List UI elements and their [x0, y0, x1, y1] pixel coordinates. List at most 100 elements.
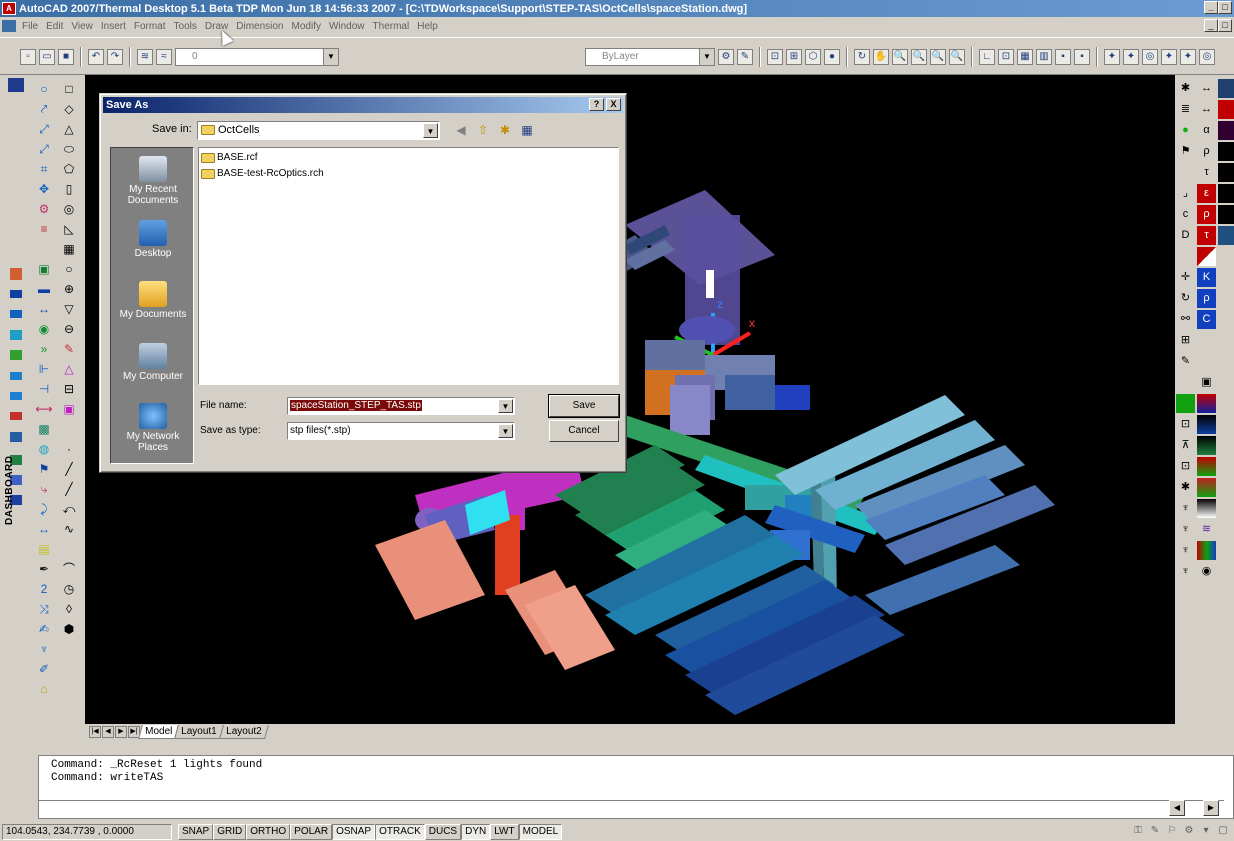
otrack-toggle[interactable]: OTRACK: [375, 823, 425, 840]
command-scrollbar[interactable]: ◀ ▶: [1169, 800, 1229, 816]
thermal-tool-icon[interactable]: ◎: [1199, 49, 1215, 65]
place-my-computer[interactable]: My Computer: [111, 343, 195, 382]
split-tool-icon[interactable]: ⊣: [34, 381, 54, 398]
minimize-button[interactable]: _: [1204, 1, 1218, 14]
hatch-tool-icon[interactable]: ≡: [34, 221, 54, 238]
redo-icon[interactable]: ↷: [107, 49, 123, 65]
rectangle-tool-icon[interactable]: □: [59, 81, 79, 98]
save-type-dropdown[interactable]: stp files(*.stp) ▼: [287, 422, 515, 440]
warning-tool-icon[interactable]: △: [59, 361, 79, 378]
cylinder-solid-icon[interactable]: ▯: [59, 181, 79, 198]
polygon-tool-icon[interactable]: ◇: [59, 101, 79, 118]
linetype-dropdown[interactable]: ByLayer ▼: [585, 48, 715, 66]
menu-view[interactable]: View: [67, 21, 97, 32]
grid-icon[interactable]: ⊞: [1176, 331, 1195, 350]
spline-tool-icon[interactable]: ∿: [59, 521, 79, 538]
colormap-icon[interactable]: [1197, 394, 1216, 413]
help-button[interactable]: ?: [589, 98, 604, 111]
lamp-tool-icon[interactable]: ♆: [34, 641, 54, 658]
node-chain-icon[interactable]: ⤸: [34, 501, 54, 518]
menu-dimension[interactable]: Dimension: [232, 21, 287, 32]
box-tool-icon[interactable]: ▣: [34, 261, 54, 278]
cp-icon[interactable]: c: [1176, 205, 1195, 224]
tau-icon[interactable]: τ: [1197, 163, 1216, 182]
colormap-icon[interactable]: [1197, 415, 1216, 434]
thermal-tool-icon[interactable]: ✦: [1161, 49, 1177, 65]
rho-icon[interactable]: ρ: [1197, 142, 1216, 161]
zoom-extents-icon[interactable]: 🔍: [949, 49, 965, 65]
colormap-icon[interactable]: [1197, 457, 1216, 476]
menu-modify[interactable]: Modify: [288, 21, 325, 32]
up-folder-icon[interactable]: ⇧: [475, 122, 491, 138]
panel-icon[interactable]: [1218, 142, 1234, 161]
cp-blue-icon[interactable]: C: [1197, 310, 1216, 329]
close-button[interactable]: X: [606, 98, 621, 111]
cube-icon[interactable]: ⬡: [805, 49, 821, 65]
menu-window[interactable]: Window: [325, 21, 369, 32]
chevron-down-icon[interactable]: ▼: [498, 399, 513, 413]
k-icon[interactable]: K: [1197, 268, 1216, 287]
funnel-tool-icon[interactable]: ▽: [59, 301, 79, 318]
place-recent-documents[interactable]: My Recent Documents: [111, 156, 195, 206]
wedge-tool-icon[interactable]: ◺: [59, 221, 79, 238]
open-file-icon[interactable]: ▭: [39, 49, 55, 65]
panel-icon[interactable]: [1218, 163, 1234, 182]
view-icon[interactable]: ⊡: [767, 49, 783, 65]
arch-tool-icon[interactable]: ⌂: [34, 681, 54, 698]
arrow-tool-icon[interactable]: »: [34, 341, 54, 358]
wave-icon[interactable]: ≋: [1197, 520, 1216, 539]
torus-tool-icon[interactable]: ◎: [59, 201, 79, 218]
thermal-tool-icon[interactable]: ✦: [1123, 49, 1139, 65]
pencil-icon[interactable]: ✎: [1176, 352, 1195, 371]
model-toggle[interactable]: MODEL: [518, 823, 563, 840]
point-tool-icon[interactable]: ·: [59, 441, 79, 458]
tool-icon[interactable]: ♆: [1176, 520, 1195, 539]
tool-icon[interactable]: ♆: [1176, 562, 1195, 581]
zoom-realtime-icon[interactable]: 🔍: [892, 49, 908, 65]
chevron-down-icon[interactable]: ▼: [323, 49, 338, 65]
copy-tool-icon[interactable]: ⤢: [34, 141, 54, 158]
paintbrush-tool-icon[interactable]: ✐: [34, 661, 54, 678]
menu-tools[interactable]: Tools: [170, 21, 201, 32]
toolbar-lock-icon[interactable]: ⚐: [1165, 824, 1179, 838]
cancel-button[interactable]: Cancel: [549, 420, 619, 442]
view-icon[interactable]: ⊞: [786, 49, 802, 65]
circle-tool-icon[interactable]: ○: [34, 81, 54, 98]
snap-toggle[interactable]: SNAP: [178, 823, 214, 840]
number-tool-icon[interactable]: 2: [34, 581, 54, 598]
green-circle-icon[interactable]: ●: [1176, 121, 1195, 140]
pan-icon[interactable]: ✋: [873, 49, 889, 65]
settings-icon[interactable]: ⚙: [1182, 824, 1196, 838]
line-tool-icon[interactable]: ⤤: [34, 101, 54, 118]
arrows-tool-icon[interactable]: ↔: [1197, 100, 1216, 119]
list-tool-icon[interactable]: ≣: [1176, 100, 1195, 119]
tool-icon[interactable]: ✱: [1176, 478, 1195, 497]
disc-tool-icon[interactable]: ⊕: [59, 281, 79, 298]
tau-red-icon[interactable]: τ: [1197, 226, 1216, 245]
ellipse-tool-icon[interactable]: ⬭: [59, 141, 79, 158]
ring-icon[interactable]: ◉: [1197, 562, 1216, 581]
cone-tool-icon[interactable]: ⬠: [59, 161, 79, 178]
osnap-toggle[interactable]: OSNAP: [332, 823, 376, 840]
thermal-tool-icon[interactable]: ✦: [1104, 49, 1120, 65]
render-icon[interactable]: ●: [824, 49, 840, 65]
grid-toggle[interactable]: GRID: [213, 823, 247, 840]
ucs-view-icon[interactable]: ⊡: [998, 49, 1014, 65]
doc-minimize-button[interactable]: _: [1204, 19, 1218, 32]
node-tool-icon[interactable]: ◉: [34, 321, 54, 338]
edit-tool-icon[interactable]: ✍: [34, 621, 54, 638]
panel-icon[interactable]: [1218, 226, 1234, 245]
eraser-tool-icon[interactable]: ◊: [59, 601, 79, 618]
di-icon[interactable]: D: [1176, 226, 1195, 245]
layer-manager-icon[interactable]: ≋: [137, 49, 153, 65]
properties-icon[interactable]: ⚙: [718, 49, 734, 65]
menu-insert[interactable]: Insert: [97, 21, 130, 32]
path-tool-icon[interactable]: ⤷: [34, 481, 54, 498]
colormap-icon[interactable]: [1197, 499, 1216, 518]
next-tab-icon[interactable]: ▶: [115, 726, 127, 738]
back-icon[interactable]: ◀: [453, 122, 469, 138]
chevron-down-icon[interactable]: ▼: [699, 49, 714, 65]
doc-restore-button[interactable]: □: [1218, 19, 1232, 32]
heater-tool-icon[interactable]: ▣: [59, 401, 79, 418]
undo-icon[interactable]: ↶: [88, 49, 104, 65]
